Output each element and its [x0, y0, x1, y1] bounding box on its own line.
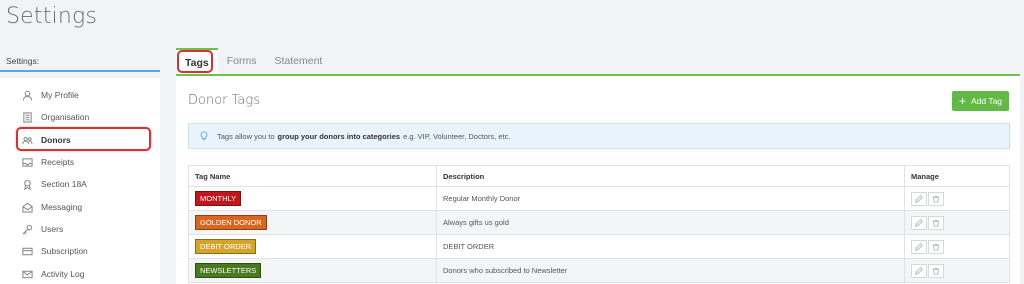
lightbulb-icon: [200, 131, 208, 141]
user-icon: [22, 90, 33, 101]
column-header-tag-name: Tag Name: [188, 165, 437, 187]
sidebar-item-label: Organisation: [41, 112, 90, 122]
tag-description: DEBIT ORDER: [436, 234, 905, 259]
tag-badge: NEWSLETTERS: [195, 263, 262, 278]
trash-icon: [932, 266, 940, 275]
tags-table: Tag Name Description Manage MONTHLY Regu…: [188, 165, 1010, 283]
pencil-icon: [915, 266, 923, 275]
sidebar-item-label: Subscription: [41, 246, 88, 256]
table-row: GOLDEN DONOR Always gifts us gold: [188, 210, 1010, 235]
tab-statement[interactable]: Statement: [265, 48, 331, 74]
sidebar-item-subscription[interactable]: Subscription: [22, 243, 88, 259]
trash-icon: [932, 194, 940, 203]
pencil-icon: [915, 194, 923, 203]
plus-icon: +: [958, 94, 966, 108]
tag-description: Always gifts us gold: [436, 210, 905, 235]
key-icon: [22, 224, 33, 234]
users-icon: [22, 136, 33, 144]
sidebar-item-label: My Profile: [41, 90, 79, 100]
info-prefix: Tags allow you to: [217, 131, 275, 141]
sidebar-item-label: Messaging: [41, 202, 83, 212]
edit-button[interactable]: [911, 191, 927, 206]
tags-tab-highlight-outline: [177, 50, 213, 73]
trash-icon: [932, 242, 940, 251]
tag-badge: GOLDEN DONOR: [195, 215, 267, 230]
envelope-open-icon: [22, 202, 33, 213]
sidebar-item-label: Activity Log: [41, 269, 85, 279]
sidebar-item-label: Section 18A: [41, 179, 87, 189]
pencil-icon: [915, 242, 923, 251]
delete-button[interactable]: [928, 215, 944, 230]
sidebar-item-donors[interactable]: Donors: [22, 132, 71, 148]
sidebar-item-receipts[interactable]: Receipts: [22, 154, 74, 170]
add-tag-label: Add Tag: [970, 96, 1003, 106]
edit-button[interactable]: [911, 215, 927, 230]
tag-badge: DEBIT ORDER: [195, 239, 257, 254]
column-header-manage: Manage: [904, 165, 1010, 187]
tab-forms[interactable]: Forms: [218, 48, 266, 74]
sidebar-header: Settings:: [0, 50, 160, 72]
edit-button[interactable]: [911, 263, 927, 278]
sidebar-item-label: Receipts: [41, 157, 75, 167]
table-row: DEBIT ORDER DEBIT ORDER: [188, 234, 1010, 259]
section-title: Donor Tags: [188, 93, 260, 108]
sidebar-item-users[interactable]: Users: [22, 221, 63, 237]
tag-badge: MONTHLY: [195, 191, 242, 206]
pencil-icon: [915, 218, 923, 227]
page-title: Settings: [6, 4, 98, 29]
tag-description: Regular Monthly Donor: [436, 186, 905, 211]
card-icon: [22, 247, 33, 255]
sidebar-item-organisation[interactable]: Organisation: [22, 109, 89, 125]
main-content: Donor Tags + Add Tag Tags allow you to g…: [176, 76, 1020, 284]
sidebar-item-messaging[interactable]: Messaging: [22, 199, 82, 215]
table-header-row: Tag Name Description Manage: [188, 165, 1010, 187]
tag-description: Donors who subscribed to Newsletter: [436, 258, 905, 283]
building-icon: [23, 111, 32, 123]
sidebar-item-activity-log[interactable]: Activity Log: [22, 266, 84, 282]
table-row: MONTHLY Regular Monthly Donor: [188, 186, 1010, 211]
inbox-icon: [22, 157, 33, 167]
mail-icon: [22, 270, 33, 278]
delete-button[interactable]: [928, 263, 944, 278]
sidebar-item-my-profile[interactable]: My Profile: [22, 87, 79, 103]
info-bold: group your donors into categories: [277, 131, 401, 141]
info-alert: Tags allow you to group your donors into…: [188, 123, 1010, 149]
sidebar-item-label: Users: [41, 224, 64, 234]
info-suffix: e.g. VIP, Volunteer, Doctors, etc.: [403, 131, 511, 141]
edit-button[interactable]: [911, 239, 927, 254]
sidebar-item-label: Donors: [41, 135, 71, 145]
table-row: NEWSLETTERS Donors who subscribed to New…: [188, 258, 1010, 283]
column-header-description: Description: [436, 165, 905, 187]
delete-button[interactable]: [928, 239, 944, 254]
delete-button[interactable]: [928, 191, 944, 206]
trash-icon: [932, 218, 940, 227]
sidebar-item-section-18a[interactable]: Section 18A: [22, 176, 87, 192]
add-tag-button[interactable]: + Add Tag: [952, 91, 1009, 111]
certificate-icon: [23, 179, 32, 190]
